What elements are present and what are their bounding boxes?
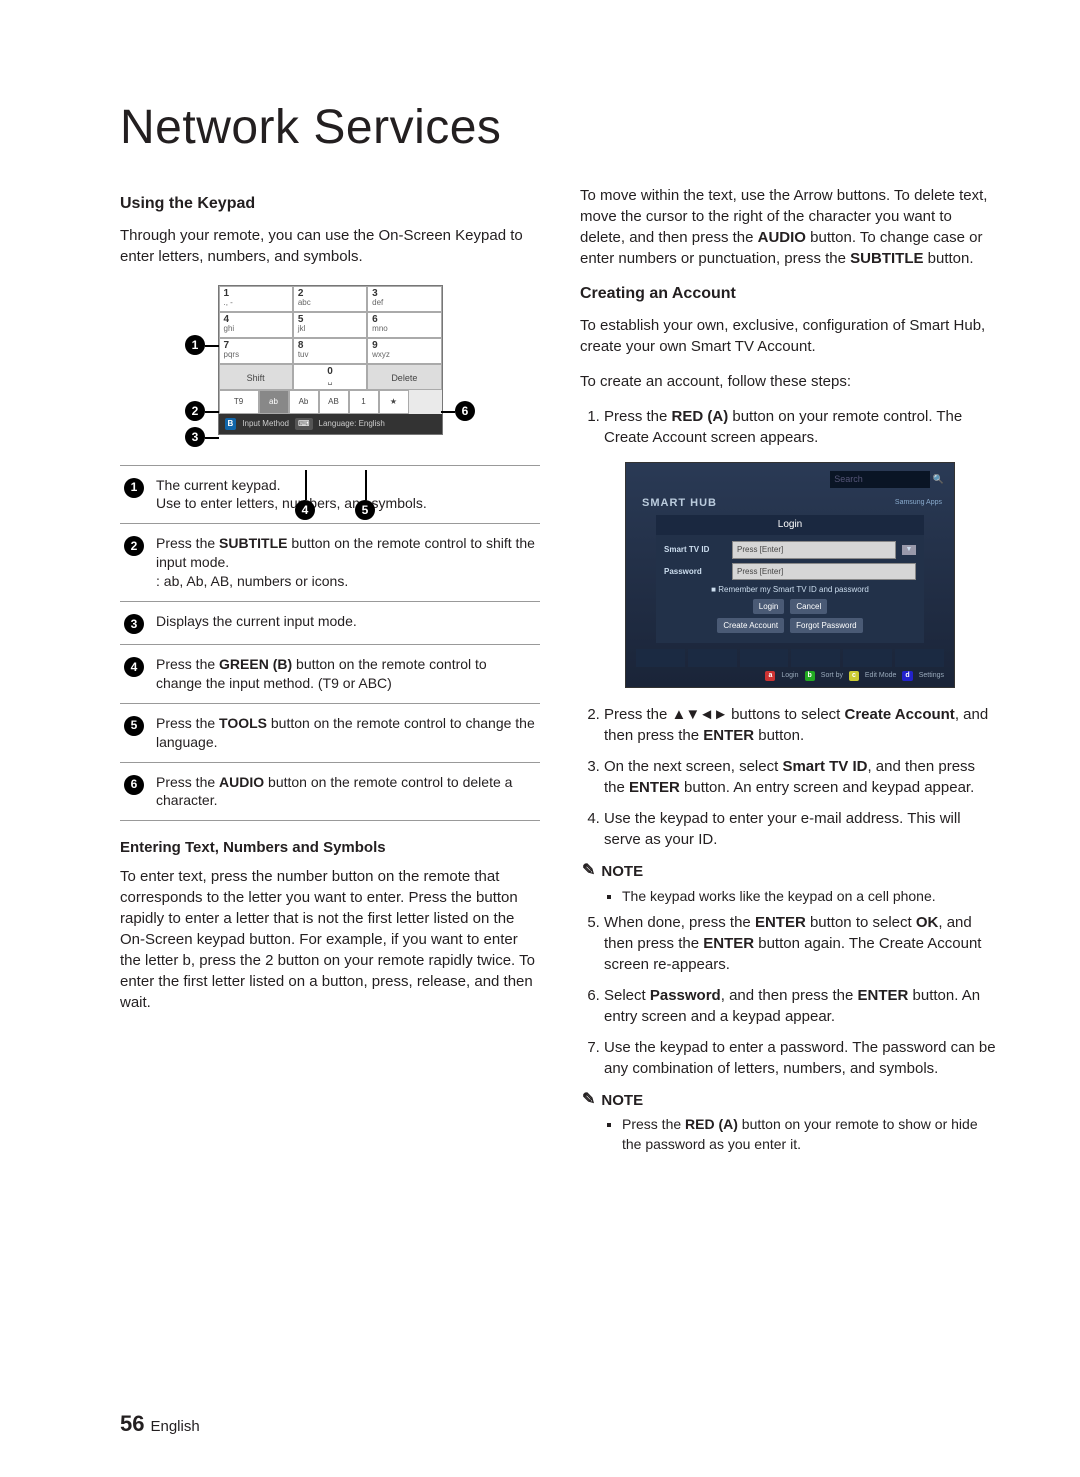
callout-6: 6 xyxy=(455,401,475,421)
step-7: Use the keypad to enter a password. The … xyxy=(604,1037,1000,1079)
note-icon: ✎ xyxy=(582,1089,595,1111)
page-title: Network Services xyxy=(120,100,1000,155)
left-column: Using the Keypad Through your remote, yo… xyxy=(120,185,540,1161)
login-screenshot: Search 🔍 SMART HUB Samsung Apps Login Sm… xyxy=(625,462,955,688)
callout-3: 3 xyxy=(185,427,205,447)
note-1-list: The keypad works like the keypad on a ce… xyxy=(580,887,1000,907)
note-icon: ✎ xyxy=(582,860,595,882)
move-text-para: To move within the text, use the Arrow b… xyxy=(580,185,1000,269)
steps-list-cont: Press the ▲▼◄► buttons to select Create … xyxy=(580,704,1000,850)
step-4: Use the keypad to enter your e-mail addr… xyxy=(604,808,1000,850)
note-2-list: Press the RED (A) button on your remote … xyxy=(580,1115,1000,1154)
right-column: To move within the text, use the Arrow b… xyxy=(580,185,1000,1161)
keypad-diagram: 1., - 2abc 3def 4ghi 5jkl 6mno 7pqrs 8tu… xyxy=(185,285,475,434)
delete-key: Delete xyxy=(367,364,441,390)
step-1: Press the RED (A) button on your remote … xyxy=(604,406,1000,448)
keypad-legend-table: 1 The current keypad.Use to enter letter… xyxy=(120,465,540,822)
step-2: Press the ▲▼◄► buttons to select Create … xyxy=(604,704,1000,746)
step-3: On the next screen, select Smart TV ID, … xyxy=(604,756,1000,798)
steps-list: Press the RED (A) button on your remote … xyxy=(580,406,1000,448)
steps-list-cont2: When done, press the ENTER button to sel… xyxy=(580,912,1000,1079)
entering-text-para: To enter text, press the number button o… xyxy=(120,866,540,1013)
using-keypad-para: Through your remote, you can use the On-… xyxy=(120,225,540,267)
using-keypad-heading: Using the Keypad xyxy=(120,193,540,215)
creating-account-para1: To establish your own, exclusive, config… xyxy=(580,315,1000,357)
creating-account-heading: Creating an Account xyxy=(580,283,1000,305)
shift-key: Shift xyxy=(219,364,293,390)
step-6: Select Password, and then press the ENTE… xyxy=(604,985,1000,1027)
page-number: 56English xyxy=(120,1411,200,1437)
entering-text-heading: Entering Text, Numbers and Symbols xyxy=(120,837,540,858)
note-2-heading: ✎NOTE xyxy=(582,1089,1000,1111)
creating-account-para2: To create an account, follow these steps… xyxy=(580,371,1000,392)
callout-2: 2 xyxy=(185,401,205,421)
note-1-heading: ✎NOTE xyxy=(582,860,1000,882)
callout-1: 1 xyxy=(185,335,205,355)
step-5: When done, press the ENTER button to sel… xyxy=(604,912,1000,975)
